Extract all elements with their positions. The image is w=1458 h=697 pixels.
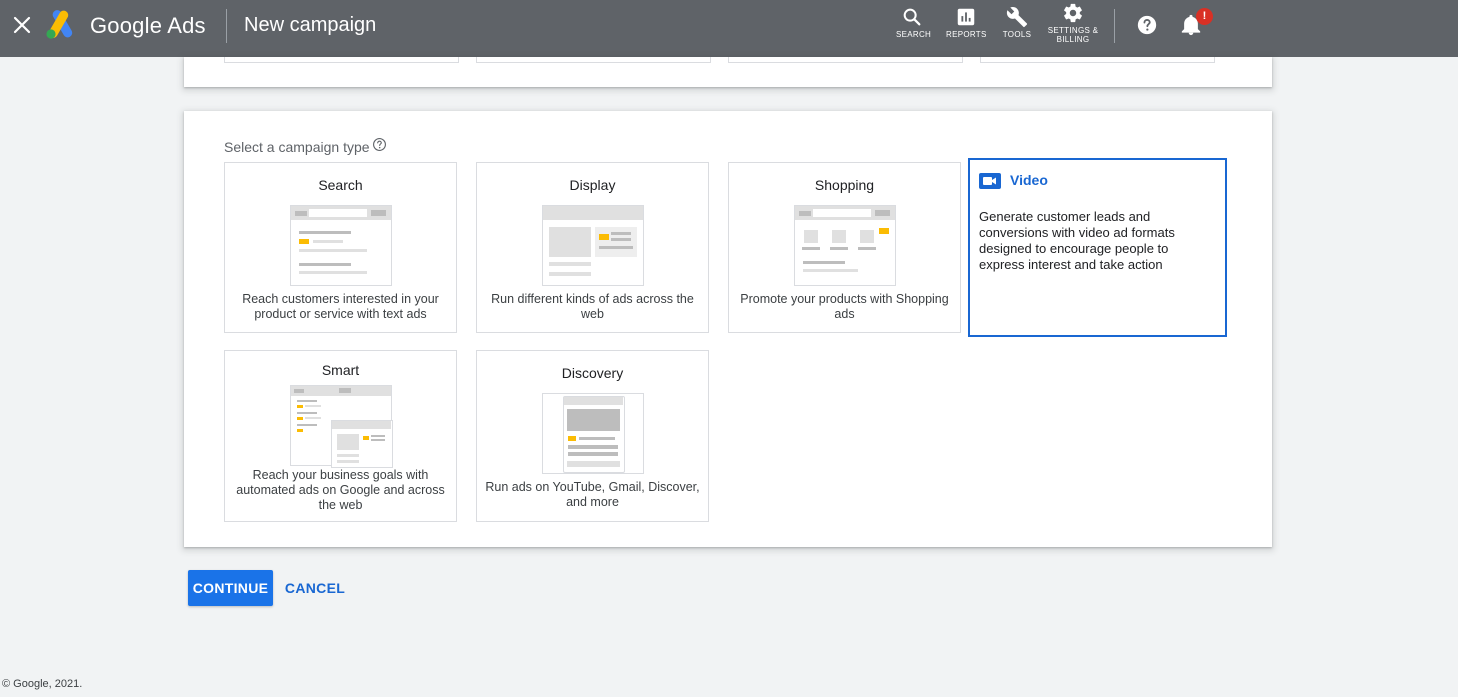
campaign-type-name: Shopping: [814, 177, 875, 193]
help-circle-icon[interactable]: [372, 137, 387, 157]
previous-option-stub: [980, 57, 1215, 63]
campaign-type-name: Search: [318, 177, 363, 193]
campaign-type-description: Run different kinds of ads across the we…: [491, 292, 694, 321]
top-app-bar: Google Ads New campaign SEARCH REPORTS T…: [0, 0, 1458, 57]
app-name[interactable]: Google Ads: [90, 13, 206, 39]
nav-search-button[interactable]: SEARCH: [896, 6, 932, 39]
notification-badge[interactable]: !: [1196, 8, 1213, 25]
campaign-type-label: Select a campaign type: [224, 139, 370, 155]
nav-tools-label: TOOLS: [1002, 30, 1032, 39]
campaign-type-description: Reach your business goals with automated…: [236, 468, 445, 512]
search-illustration: [290, 205, 392, 286]
campaign-type-smart[interactable]: Smart Reach your business goals with aut…: [224, 350, 457, 522]
help-icon[interactable]: [1136, 14, 1158, 41]
campaign-type-display[interactable]: Display Run different kinds of ads acros…: [476, 162, 709, 333]
display-illustration: [542, 205, 644, 286]
nav-search-label: SEARCH: [896, 30, 932, 39]
previous-section-card: [184, 57, 1272, 87]
nav-tools-button[interactable]: TOOLS: [1000, 6, 1034, 39]
search-icon: [903, 8, 921, 26]
previous-option-stub: [476, 57, 711, 63]
google-ads-logo-icon[interactable]: [44, 10, 78, 40]
campaign-type-name: Discovery: [561, 365, 624, 381]
campaign-type-description: Run ads on YouTube, Gmail, Discover, and…: [485, 480, 700, 509]
cancel-button[interactable]: CANCEL: [280, 570, 350, 606]
campaign-type-description: Reach customers interested in your produ…: [242, 292, 439, 321]
nav-reports-label: REPORTS: [946, 30, 987, 39]
header-divider: [226, 9, 227, 43]
campaign-type-shopping[interactable]: Shopping Promote your products with Shop…: [728, 162, 961, 333]
smart-illustration: [290, 385, 393, 468]
campaign-type-description: Generate customer leads and conversions …: [979, 209, 1175, 272]
copyright-footer: © Google, 2021.: [2, 678, 83, 690]
wrench-icon: [1006, 7, 1028, 28]
campaign-type-card: Select a campaign type Search Reach cust…: [184, 111, 1272, 547]
page-title: New campaign: [244, 14, 377, 36]
campaign-type-name: Smart: [321, 362, 360, 378]
campaign-type-video[interactable]: Video Generate customer leads and conver…: [968, 158, 1227, 337]
campaign-type-search[interactable]: Search Reach customers interested in you…: [224, 162, 457, 333]
header-divider-right: [1114, 9, 1115, 43]
nav-settings-billing-button[interactable]: SETTINGS & BILLING: [1046, 2, 1100, 44]
previous-option-stub: [224, 57, 459, 63]
campaign-type-discovery[interactable]: Discovery Run ads on YouTube, Gmail, Dis…: [476, 350, 709, 522]
campaign-type-name: Video: [1010, 172, 1048, 188]
gear-icon: [1064, 3, 1082, 23]
campaign-type-description: Promote your products with Shopping ads: [740, 292, 949, 321]
nav-reports-button[interactable]: REPORTS: [946, 6, 986, 39]
close-icon[interactable]: [10, 13, 34, 37]
reports-icon: [957, 8, 975, 26]
campaign-type-name: Display: [569, 177, 616, 193]
continue-button[interactable]: CONTINUE: [188, 570, 273, 606]
nav-settings-label-line2: BILLING: [1056, 35, 1090, 44]
video-camera-icon: [979, 172, 1001, 195]
discovery-illustration: [542, 393, 644, 474]
nav-settings-label-line1: SETTINGS &: [1047, 26, 1099, 35]
shopping-illustration: [794, 205, 896, 286]
previous-option-stub: [728, 57, 963, 63]
